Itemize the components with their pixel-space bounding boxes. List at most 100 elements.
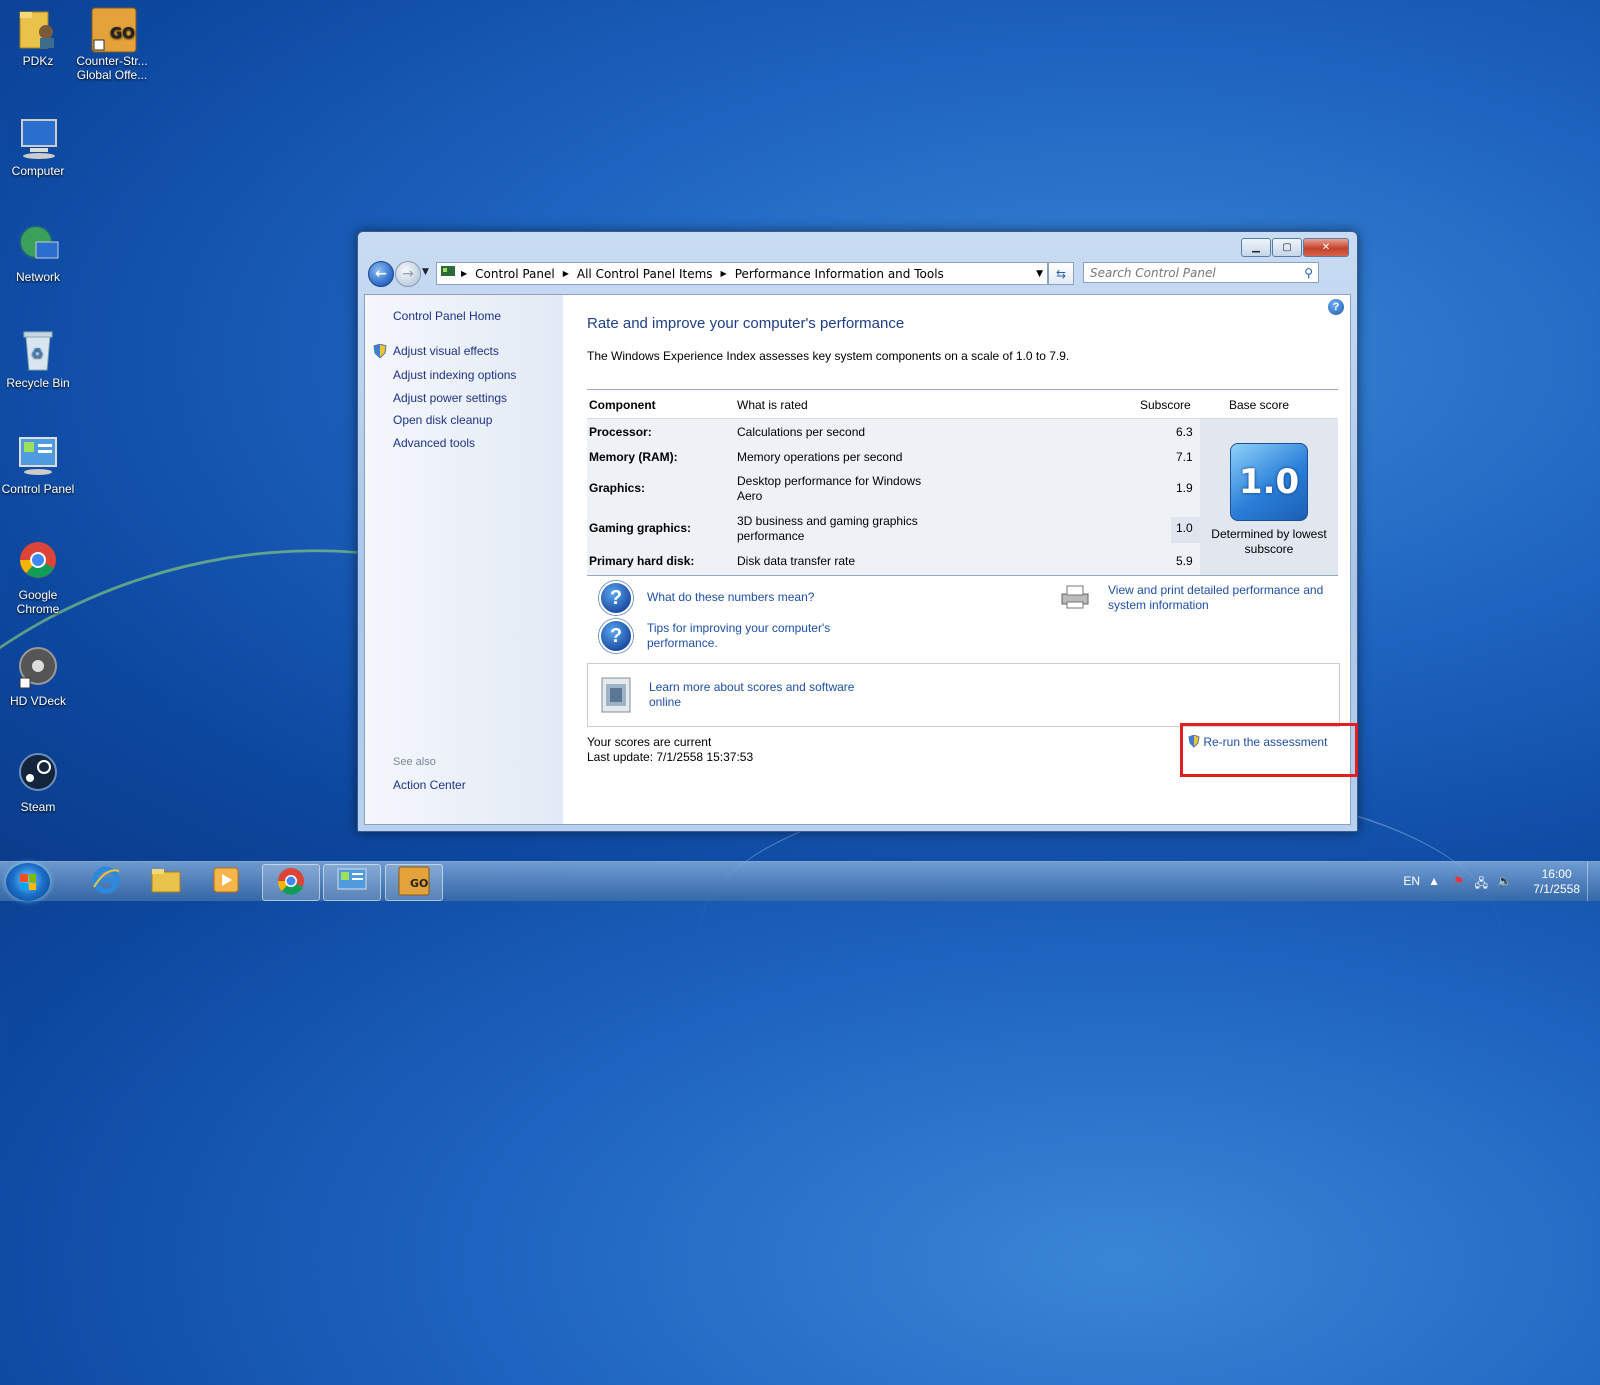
network-icon (16, 222, 60, 266)
row-what: 3D business and gaming graphics performa… (737, 514, 918, 543)
desktop-icon-label: Counter-Str... Global Offe... (76, 54, 148, 82)
row-subscore: 7.1 (1176, 450, 1193, 464)
see-also-heading: See also (393, 756, 436, 768)
desktop-icon-pdkz[interactable]: PDKz (0, 6, 76, 68)
row-subscore: 1.0 (1176, 521, 1193, 535)
control-panel-icon (16, 434, 60, 478)
recent-pages-dropdown[interactable]: ▼ (422, 267, 429, 277)
desktop-icon-label: HD VDeck (9, 694, 66, 708)
address-dropdown-icon[interactable]: ▼ (1036, 269, 1043, 279)
status-last-update: Last update: 7/1/2558 15:37:53 (587, 750, 754, 764)
help-icon[interactable]: ? (1328, 299, 1344, 315)
folder-icon (150, 866, 182, 897)
forward-button[interactable]: → (395, 261, 421, 287)
desktop-icon-label: Steam (20, 800, 56, 814)
control-panel-icon (336, 867, 368, 898)
clock[interactable]: 16:00 7/1/2558 (1533, 867, 1580, 897)
folder-icon (16, 6, 60, 50)
sidebar: Control Panel Home Adjust visual effects… (365, 295, 563, 824)
sidebar-adjust-indexing[interactable]: Adjust indexing options (393, 368, 516, 382)
base-score-value: 1.0 (1238, 462, 1300, 502)
row-what: Calculations per second (737, 425, 866, 439)
link-learn-more-scores[interactable]: Learn more about scores and software onl… (649, 680, 869, 710)
clock-time: 16:00 (1541, 867, 1572, 881)
taskbar-control-panel[interactable] (323, 864, 381, 901)
row-component: Graphics: (589, 481, 646, 495)
refresh-button[interactable]: ⇆ (1048, 262, 1074, 285)
hd-vdeck-icon (16, 646, 60, 690)
clock-date: 7/1/2558 (1533, 882, 1580, 896)
header-component: Component (589, 398, 656, 412)
breadcrumb-arrow-icon[interactable]: ▶ (563, 269, 569, 278)
sidebar-adjust-power[interactable]: Adjust power settings (393, 391, 507, 405)
taskbar-explorer[interactable] (138, 864, 194, 899)
desktop-icon-csgo[interactable]: GO Counter-Str... Global Offe... (72, 6, 152, 82)
desktop-icon-google-chrome[interactable]: Google Chrome (0, 540, 76, 616)
question-icon: ? (599, 619, 633, 653)
network-status-icon[interactable]: 🖧 (1475, 874, 1488, 895)
base-score-caption: Determined by lowest subscore (1211, 527, 1327, 556)
desktop-icon-network[interactable]: Network (0, 222, 76, 284)
minimize-button[interactable]: ▁ (1241, 238, 1271, 257)
start-button[interactable] (6, 863, 50, 901)
breadcrumb-performance[interactable]: Performance Information and Tools (735, 267, 944, 281)
control-panel-small-icon (441, 266, 455, 281)
uac-shield-icon (373, 343, 387, 359)
breadcrumb-arrow-icon: ▶ (461, 269, 468, 278)
desktop-icon-computer[interactable]: Computer (0, 116, 76, 178)
taskbar-csgo[interactable]: GO (385, 864, 443, 901)
close-button[interactable]: ✕ (1303, 238, 1349, 257)
sidebar-action-center[interactable]: Action Center (393, 778, 466, 792)
sidebar-disk-cleanup[interactable]: Open disk cleanup (393, 413, 492, 427)
score-table: Component What is rated Subscore Base sc… (587, 389, 1338, 576)
desktop-icon-label: Recycle Bin (6, 376, 70, 390)
base-score-badge: 1.0 (1230, 443, 1308, 521)
maximize-button[interactable]: ▢ (1272, 238, 1302, 257)
breadcrumb-all-items[interactable]: All Control Panel Items (577, 267, 713, 281)
table-header: Component What is rated Subscore Base sc… (587, 390, 1338, 419)
link-view-print-details[interactable]: View and print detailed performance and … (1108, 583, 1328, 613)
breadcrumb-arrow-icon[interactable]: ▶ (721, 269, 727, 278)
printer-icon (1058, 584, 1092, 609)
desktop-icon-control-panel[interactable]: Control Panel (0, 434, 76, 496)
desktop-icon-label: Google Chrome (16, 588, 60, 616)
breadcrumb-control-panel[interactable]: Control Panel (475, 267, 555, 281)
taskbar-internet-explorer[interactable] (78, 864, 134, 899)
header-what-is-rated: What is rated (737, 398, 808, 412)
link-tips-improving[interactable]: Tips for improving your computer's perfo… (647, 621, 857, 651)
taskbar-media-player[interactable] (198, 864, 254, 899)
search-input[interactable]: Search Control Panel ⚲ (1083, 262, 1319, 283)
chrome-icon (276, 866, 306, 899)
computer-icon (16, 116, 60, 160)
desktop-icon-steam[interactable]: Steam (0, 752, 76, 814)
search-icon[interactable]: ⚲ (1304, 266, 1313, 280)
sidebar-adjust-visual-effects[interactable]: Adjust visual effects (393, 344, 499, 358)
system-tray: EN ▲ ⚑ 🖧 🔈 16:00 7/1/2558 (1340, 862, 1600, 901)
address-bar[interactable]: ▶ Control Panel ▶ All Control Panel Item… (436, 262, 1048, 285)
header-subscore: Subscore (1140, 398, 1191, 412)
svg-text:GO: GO (110, 24, 135, 42)
language-indicator[interactable]: EN (1403, 874, 1420, 888)
header-base-score: Base score (1229, 398, 1290, 412)
link-what-numbers-mean[interactable]: What do these numbers mean? (647, 590, 814, 605)
desktop-icon-hd-vdeck[interactable]: HD VDeck (0, 646, 76, 708)
row-subscore: 1.9 (1176, 481, 1193, 495)
row-component: Gaming graphics: (589, 521, 692, 535)
highlight-annotation-box (1180, 723, 1358, 777)
sidebar-control-panel-home[interactable]: Control Panel Home (393, 309, 501, 323)
show-desktop-button[interactable] (1587, 862, 1600, 901)
sidebar-advanced-tools[interactable]: Advanced tools (393, 436, 475, 450)
desktop-icon-label: Network (15, 270, 60, 284)
windows-logo-icon (20, 874, 36, 890)
desktop-icon-label: Control Panel (1, 482, 75, 496)
taskbar-chrome[interactable] (262, 864, 320, 901)
status-current: Your scores are current (587, 735, 712, 749)
row-component: Processor: (589, 425, 652, 439)
show-hidden-icons-icon[interactable]: ▲ (1428, 874, 1440, 888)
action-center-flag-icon[interactable]: ⚑ (1453, 874, 1464, 888)
chrome-icon (16, 540, 60, 584)
window-controls: ▁ ▢ ✕ (1240, 238, 1349, 257)
desktop-icon-recycle-bin[interactable]: ♻ Recycle Bin (0, 328, 76, 390)
volume-icon[interactable]: 🔈 (1497, 874, 1512, 888)
back-button[interactable]: ← (368, 261, 394, 287)
